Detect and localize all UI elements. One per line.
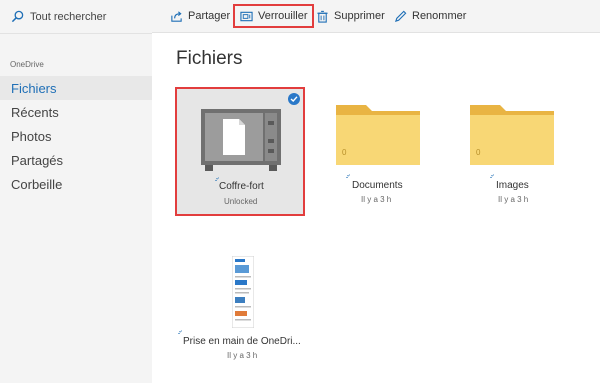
share-icon — [171, 10, 182, 22]
search-icon — [11, 10, 24, 23]
trash-icon — [317, 10, 328, 23]
sidebar-item-corbeille[interactable]: Corbeille — [0, 172, 152, 196]
document-thumbnail-icon — [232, 256, 254, 328]
item-modified: Il y a 3 h — [361, 195, 392, 204]
share-button[interactable]: Partager — [170, 5, 230, 27]
item-count: 0 — [476, 148, 481, 157]
sidebar-item-recents[interactable]: Récents — [0, 100, 152, 124]
delete-label: Supprimer — [334, 10, 385, 22]
selected-check-icon[interactable] — [288, 93, 300, 105]
item-name: Prise en main de OneDri... — [183, 336, 301, 347]
item-name: Images — [496, 180, 529, 191]
vault-lock-icon — [240, 11, 253, 21]
file-tile-getting-started[interactable]: Prise en main de OneDri... Il y a 3 h — [172, 250, 312, 365]
lock-button[interactable]: Verrouiller — [233, 4, 314, 28]
rename-button[interactable]: Renommer — [394, 5, 466, 27]
page-title: Fichiers — [176, 48, 243, 69]
item-status: Unlocked — [224, 197, 258, 206]
folder-icon — [470, 105, 554, 165]
item-modified: Il y a 3 h — [498, 195, 529, 204]
sidebar-item-photos[interactable]: Photos — [0, 124, 152, 148]
share-label: Partager — [188, 10, 231, 22]
sidebar: Tout rechercher OneDrive Fichiers Récent… — [0, 0, 152, 383]
folder-tile-images[interactable]: 0 Images Il y a 3 h — [466, 100, 566, 210]
rename-label: Renommer — [412, 10, 467, 22]
onedrive-section-label: OneDrive — [10, 60, 44, 69]
item-count: 0 — [342, 148, 347, 157]
item-modified: Il y a 3 h — [227, 351, 258, 360]
sidebar-item-fichiers[interactable]: Fichiers — [0, 76, 152, 100]
item-name: Coffre-fort — [219, 181, 264, 192]
sidebar-divider — [0, 33, 152, 34]
folder-tile-documents[interactable]: 0 Documents Il y a 3 h — [330, 100, 430, 210]
folder-icon — [336, 105, 420, 165]
lock-label: Verrouiller — [258, 10, 308, 22]
sidebar-item-partages[interactable]: Partagés — [0, 148, 152, 172]
vault-icon — [201, 109, 281, 171]
search-placeholder: Tout rechercher — [30, 10, 107, 23]
search-box[interactable]: Tout rechercher — [0, 0, 152, 33]
delete-button[interactable]: Supprimer — [316, 5, 385, 27]
personal-vault-tile[interactable]: Coffre-fort Unlocked — [175, 87, 305, 216]
item-name: Documents — [352, 180, 403, 191]
pencil-icon — [394, 10, 407, 22]
command-bar: Partager Verrouiller Supprimer Renommer — [152, 0, 600, 33]
